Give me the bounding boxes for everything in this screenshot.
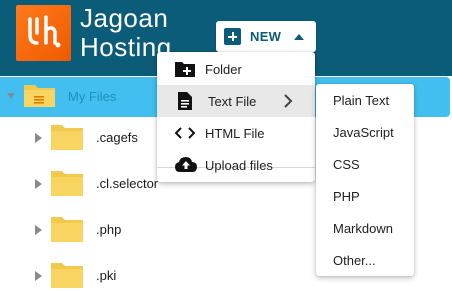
menu-item-folder[interactable]: Folder bbox=[157, 53, 315, 85]
new-button[interactable]: NEW bbox=[216, 21, 316, 52]
code-icon bbox=[174, 124, 196, 142]
menu-item-label: Folder bbox=[205, 62, 242, 77]
expand-right-icon[interactable] bbox=[35, 179, 42, 189]
cloud-upload-icon bbox=[175, 156, 197, 174]
folder-icon bbox=[50, 212, 84, 249]
text-file-icon bbox=[175, 92, 195, 110]
menu-item-text-file[interactable]: Text File bbox=[157, 85, 315, 117]
chevron-right-icon bbox=[283, 94, 293, 111]
tree-item-label: .cl.selector bbox=[96, 176, 159, 191]
folder-icon bbox=[50, 120, 84, 157]
new-button-label: NEW bbox=[250, 29, 282, 44]
tree-item-label: .php bbox=[96, 222, 122, 237]
open-folder-icon bbox=[23, 80, 57, 115]
plus-icon bbox=[224, 28, 241, 45]
menu-item-label: Upload files bbox=[205, 158, 273, 173]
text-file-submenu: Plain Text JavaScript CSS PHP Markdown O… bbox=[316, 84, 414, 276]
tree-item-label: .cagefs bbox=[96, 130, 138, 145]
menu-item-html-file[interactable]: HTML File bbox=[157, 117, 315, 149]
folder-icon bbox=[50, 166, 84, 203]
expand-right-icon[interactable] bbox=[35, 133, 42, 143]
folder-icon bbox=[50, 258, 84, 291]
brand-line-1: Jagoan bbox=[80, 3, 169, 33]
expand-right-icon[interactable] bbox=[35, 225, 42, 235]
expand-right-icon[interactable] bbox=[35, 271, 42, 281]
submenu-item-php[interactable]: PHP bbox=[333, 189, 360, 204]
submenu-item-plain-text[interactable]: Plain Text bbox=[333, 93, 389, 108]
submenu-item-other[interactable]: Other... bbox=[333, 253, 376, 268]
tree-item-label: .pki bbox=[96, 268, 117, 283]
tree-root-label: My Files bbox=[68, 89, 117, 104]
new-menu: Folder Text File HTML File Upload files bbox=[157, 52, 315, 182]
menu-item-label: HTML File bbox=[205, 126, 265, 141]
caret-up-icon bbox=[294, 33, 305, 40]
menu-item-upload-files[interactable]: Upload files bbox=[157, 149, 315, 181]
submenu-item-markdown[interactable]: Markdown bbox=[333, 221, 393, 236]
folder-plus-icon bbox=[175, 60, 195, 78]
menu-item-label: Text File bbox=[208, 94, 257, 109]
expand-down-icon[interactable] bbox=[7, 93, 15, 99]
submenu-item-css[interactable]: CSS bbox=[333, 157, 360, 172]
submenu-item-javascript[interactable]: JavaScript bbox=[333, 125, 394, 140]
brand-logo-icon bbox=[16, 5, 71, 61]
